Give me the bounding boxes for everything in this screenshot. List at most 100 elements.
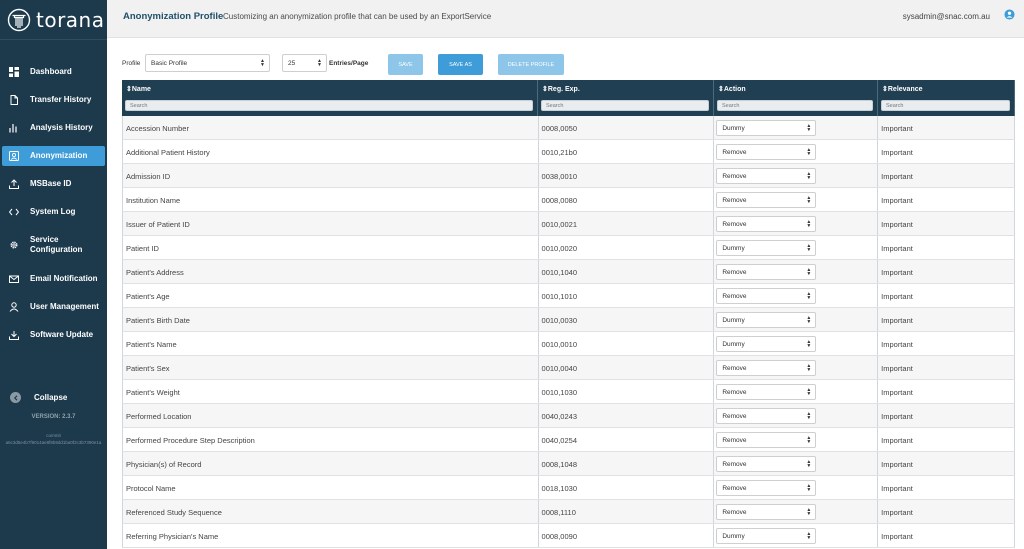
action-cell: Remove ▲ ▼	[714, 212, 879, 235]
sidebar-item-label: Transfer History	[30, 95, 92, 104]
action-select[interactable]: Remove ▲ ▼	[716, 168, 817, 184]
regexp-text: 0010,0010	[541, 340, 577, 349]
sidebar-item-analysis-history[interactable]: Analysis History	[2, 118, 105, 138]
table-row: Protocol Name 0018,1030 Remove ▲ ▼ Important	[122, 476, 1015, 500]
sidebar-item-software-update[interactable]: Software Update	[2, 325, 105, 345]
action-select-value: Remove	[722, 484, 747, 492]
regexp-text: 0010,0021	[541, 220, 577, 229]
action-select-value: Remove	[722, 172, 747, 180]
action-select[interactable]: Dummy ▲ ▼	[716, 120, 817, 136]
relevance-search-input[interactable]	[881, 100, 1010, 111]
sidebar-item-service-configuration[interactable]: Service Configuration	[2, 232, 105, 258]
relevance-cell: Important	[878, 380, 1015, 403]
sidebar-item-transfer-history[interactable]: Transfer History	[2, 90, 105, 110]
sidebar-item-label: Service Configuration	[30, 235, 83, 254]
relevance-cell: Important	[878, 212, 1015, 235]
page-header: Anonymization Profile Customizing an ano…	[107, 0, 1024, 38]
regexp-cell: 0010,0040	[539, 356, 715, 379]
table-row: Admission ID 0038,0010 Remove ▲ ▼ Important	[122, 164, 1015, 188]
sidebar-item-anonymization[interactable]: Anonymization	[2, 146, 105, 166]
relevance-text: Important	[881, 124, 913, 133]
table-row: Patient's Name 0010,0010 Dummy ▲ ▼ Important	[122, 332, 1015, 356]
action-select[interactable]: Dummy ▲ ▼	[716, 312, 817, 328]
action-select[interactable]: Dummy ▲ ▼	[716, 336, 817, 352]
name-text: Referring Physician's Name	[126, 532, 219, 541]
sidebar-item-user-management[interactable]: User Management	[2, 297, 105, 317]
regexp-cell: 0040,0243	[539, 404, 715, 427]
sidebar-item-dashboard[interactable]: Dashboard	[2, 62, 105, 82]
action-select[interactable]: Dummy ▲ ▼	[716, 240, 817, 256]
delete-profile-button[interactable]: DELETE PROFILE	[498, 54, 564, 75]
action-cell: Remove ▲ ▼	[714, 452, 879, 475]
account-icon[interactable]	[1004, 9, 1015, 20]
user-icon	[8, 301, 20, 313]
action-select[interactable]: Remove ▲ ▼	[716, 144, 817, 160]
regexp-cell: 0010,0021	[539, 212, 715, 235]
action-select[interactable]: Remove ▲ ▼	[716, 456, 817, 472]
action-select[interactable]: Remove ▲ ▼	[716, 480, 817, 496]
relevance-text: Important	[881, 268, 913, 277]
column-label: Reg. Exp.	[547, 86, 580, 93]
regexp-cell: 0008,0090	[539, 524, 715, 547]
profile-select[interactable]: Basic Profile ▲ ▼	[145, 54, 270, 72]
name-text: Patient's Age	[126, 292, 170, 301]
name-cell: Institution Name	[123, 188, 539, 211]
action-select[interactable]: Remove ▲ ▼	[716, 384, 817, 400]
column-label: Name	[131, 86, 151, 93]
action-search-input[interactable]	[717, 100, 873, 111]
relevance-cell: Important	[878, 428, 1015, 451]
save-as-button[interactable]: SAVE AS	[438, 54, 483, 75]
sidebar-item-label: Dashboard	[30, 67, 72, 76]
action-select-value: Dummy	[722, 124, 745, 132]
column-label: Action	[723, 86, 746, 93]
action-select-value: Remove	[722, 364, 747, 372]
action-cell: Dummy ▲ ▼	[714, 332, 879, 355]
action-select[interactable]: Remove ▲ ▼	[716, 264, 817, 280]
action-select[interactable]: Remove ▲ ▼	[716, 360, 817, 376]
regexp-text: 0008,1110	[541, 508, 576, 517]
table-row: Patient's Sex 0010,0040 Remove ▲ ▼ Important	[122, 356, 1015, 380]
sort-name-header[interactable]: ⇕Name	[126, 85, 151, 93]
sidebar-item-system-log[interactable]: System Log	[2, 202, 105, 222]
action-select[interactable]: Dummy ▲ ▼	[716, 528, 817, 544]
action-select[interactable]: Remove ▲ ▼	[716, 216, 817, 232]
select-arrows-icon: ▲ ▼	[806, 339, 812, 349]
action-select[interactable]: Remove ▲ ▼	[716, 408, 817, 424]
action-select[interactable]: Remove ▲ ▼	[716, 432, 817, 448]
select-arrows-icon: ▲ ▼	[260, 58, 265, 68]
action-select[interactable]: Remove ▲ ▼	[716, 504, 817, 520]
sort-relevance-header[interactable]: ⇕Relevance	[882, 85, 923, 93]
name-text: Patient's Sex	[126, 364, 170, 373]
entries-per-page-select[interactable]: 25 ▲ ▼	[282, 54, 327, 72]
name-text: Accession Number	[126, 124, 189, 133]
regexp-text: 0008,0080	[541, 196, 577, 205]
sidebar-item-msbase-id[interactable]: MSBase ID	[2, 174, 105, 194]
sort-regexp-header[interactable]: ⇕Reg. Exp.	[542, 85, 580, 93]
table-header: ⇕Name ⇕Reg. Exp. ⇕Action ⇕Relevance	[122, 80, 1015, 116]
save-button[interactable]: SAVE	[388, 54, 423, 75]
action-select-value: Dummy	[722, 340, 745, 348]
gear-icon	[8, 239, 20, 251]
name-text: Issuer of Patient ID	[126, 220, 190, 229]
table-row: Physician(s) of Record 0008,1048 Remove ▲ ▼ I…	[122, 452, 1015, 476]
sidebar-item-label: User Management	[30, 302, 99, 311]
brand[interactable]: torana	[0, 0, 107, 40]
regexp-cell: 0010,1010	[539, 284, 715, 307]
name-search-input[interactable]	[125, 100, 533, 111]
name-text: Patient's Birth Date	[126, 316, 190, 325]
regexp-cell: 0008,1110	[539, 500, 715, 523]
collapse-button[interactable]: Collapse	[10, 392, 67, 403]
action-select-value: Remove	[722, 220, 747, 228]
relevance-cell: Important	[878, 476, 1015, 499]
sidebar-item-email-notification[interactable]: Email Notification	[2, 269, 105, 289]
action-select[interactable]: Remove ▲ ▼	[716, 288, 817, 304]
name-cell: Patient's Age	[123, 284, 539, 307]
relevance-cell: Important	[878, 260, 1015, 283]
action-select[interactable]: Remove ▲ ▼	[716, 192, 817, 208]
regexp-cell: 0010,0030	[539, 308, 715, 331]
regexp-search-input[interactable]	[541, 100, 709, 111]
action-select-value: Remove	[722, 268, 747, 276]
name-text: Protocol Name	[126, 484, 176, 493]
sort-action-header[interactable]: ⇕Action	[718, 85, 746, 93]
user-email[interactable]: sysadmin@snac.com.au	[903, 12, 990, 21]
